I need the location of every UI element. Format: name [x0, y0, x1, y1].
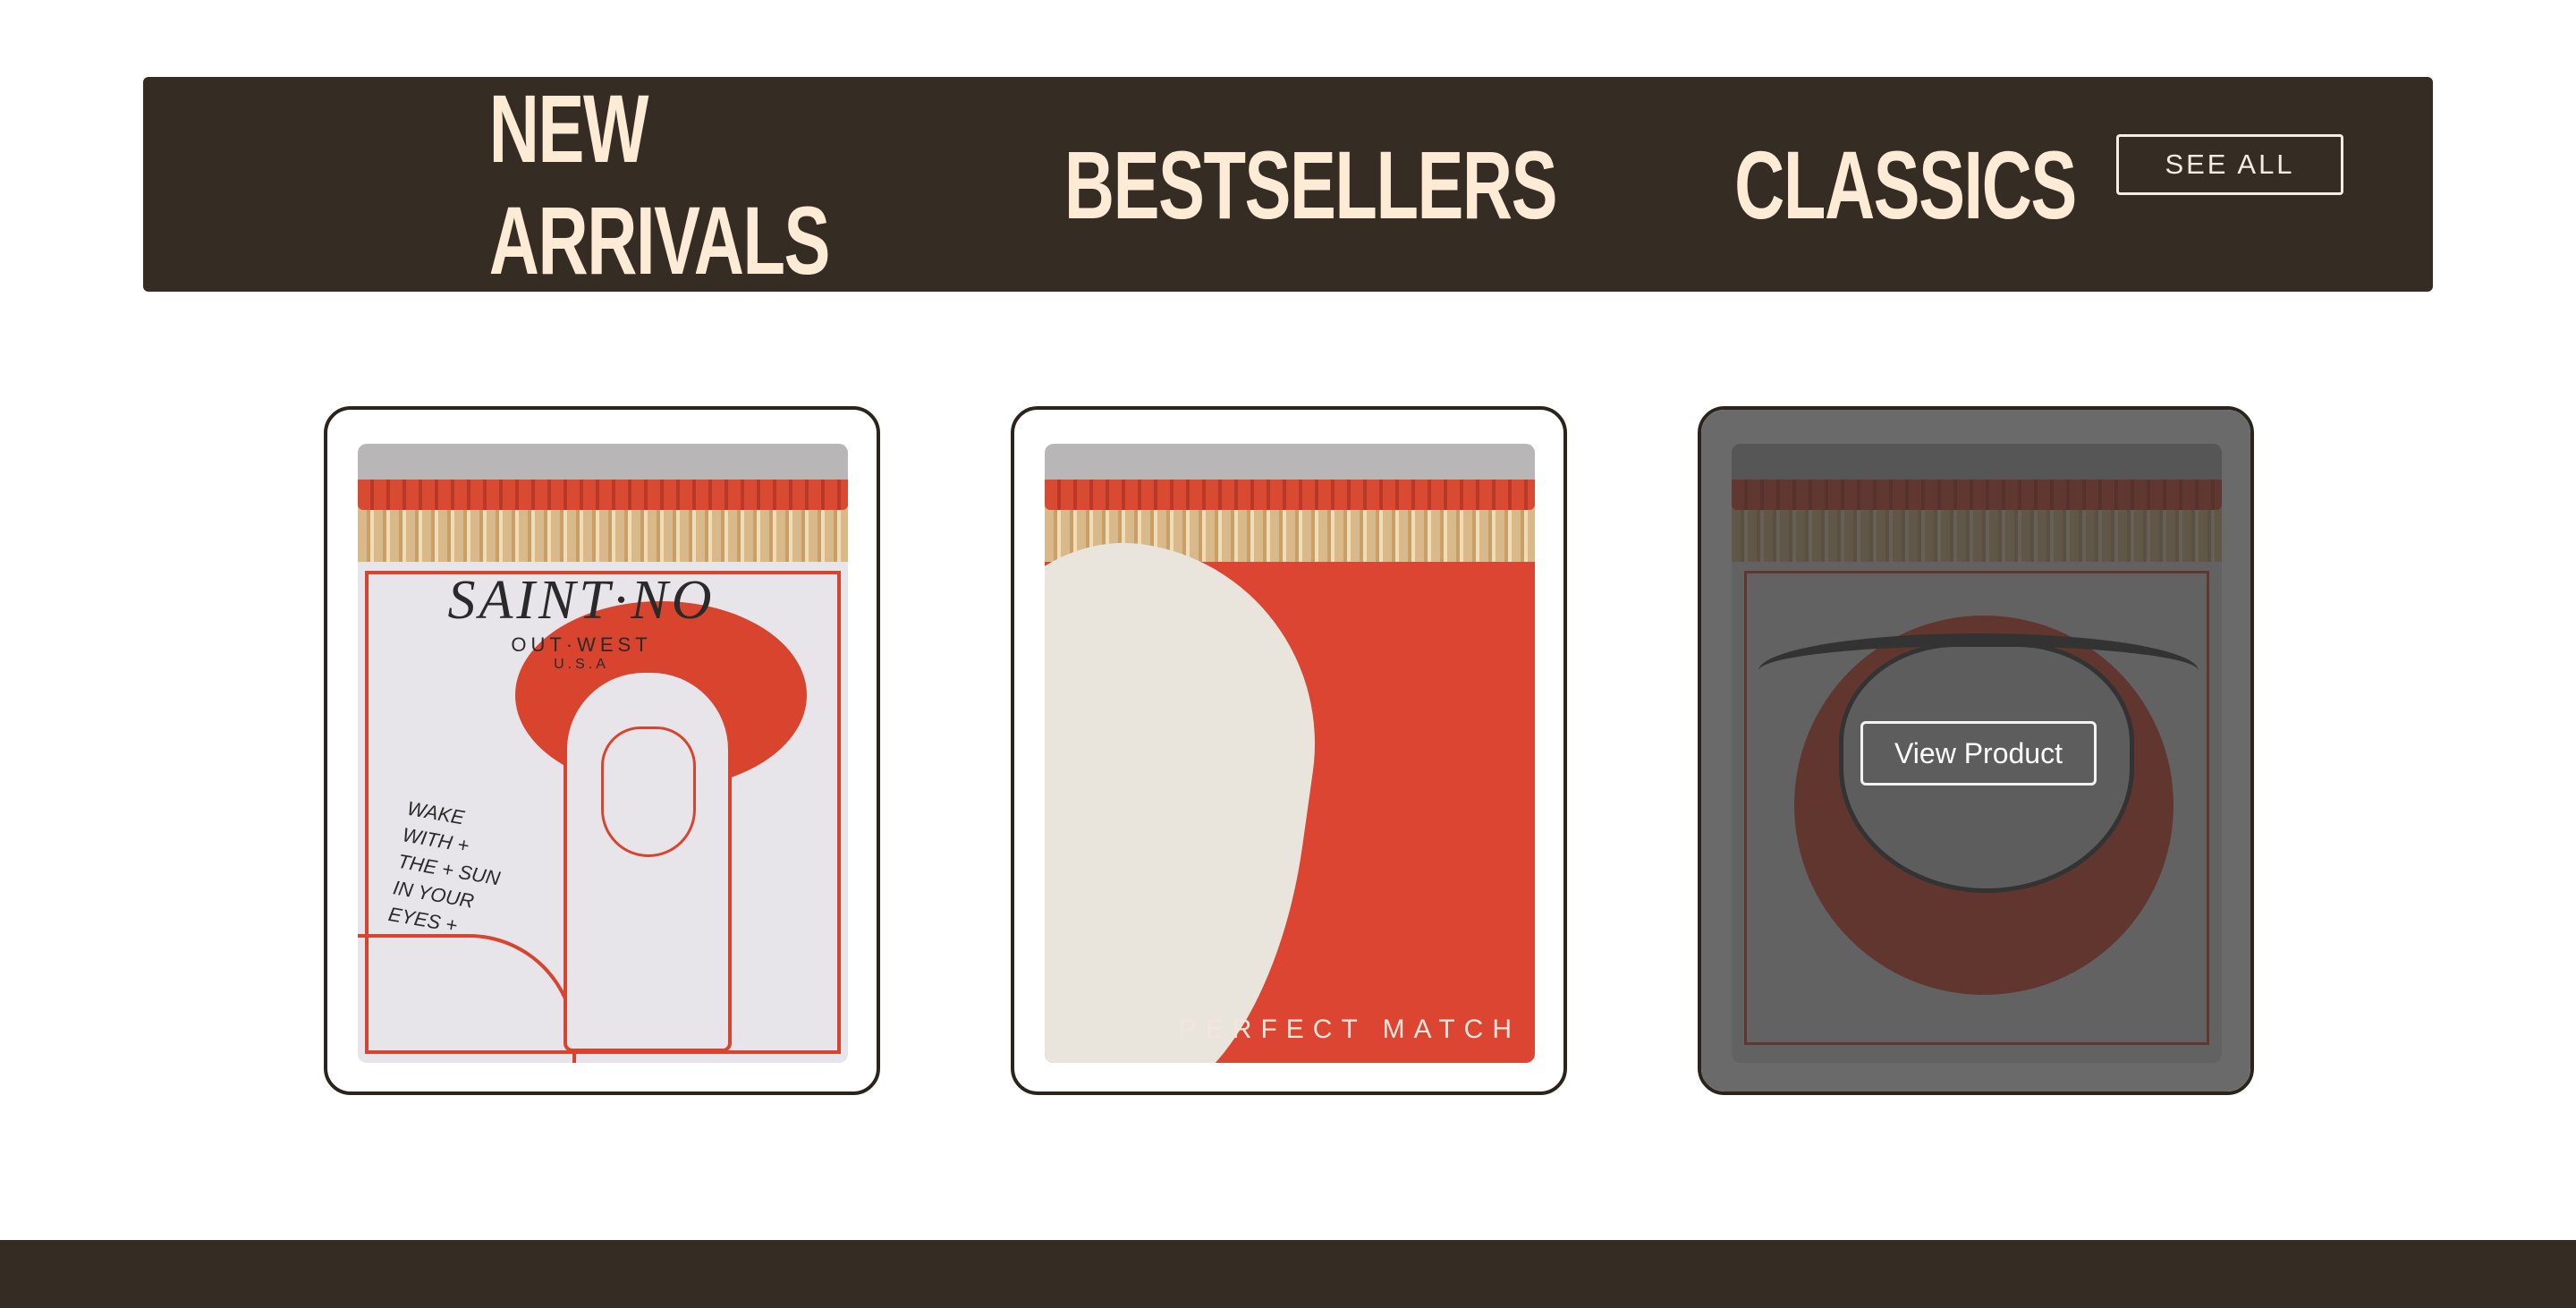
matchbox-artwork: SAINT·NO OUT·WEST U.S.A WAKE WITH + THE … — [358, 562, 848, 1063]
artwork-country: U.S.A — [554, 657, 609, 672]
woman-illustration — [564, 669, 732, 1052]
matchbox-artwork: PERFECT MATCH — [1045, 521, 1535, 1063]
heart-shape — [1045, 521, 1342, 1063]
product-card-skull[interactable]: View Product — [1698, 406, 2254, 1095]
product-image: SAINT·NO OUT·WEST U.S.A WAKE WITH + THE … — [358, 444, 848, 1063]
footer — [0, 1240, 2576, 1308]
tab-bestsellers[interactable]: BESTSELLERS — [1064, 77, 1558, 292]
product-image: PERFECT MATCH — [1045, 444, 1535, 1063]
artwork-caption: PERFECT MATCH — [1178, 1015, 1521, 1044]
tab-classics[interactable]: CLASSICS — [1734, 77, 2077, 292]
matchbox-lid — [1045, 444, 1535, 480]
artwork-subtitle: OUT·WEST — [511, 633, 652, 656]
tab-new-arrivals[interactable]: NEW ARRIVALS — [489, 74, 888, 294]
artwork-slogan: WAKE WITH + THE + SUN IN YOUR EYES + — [386, 796, 502, 937]
matchbox-lid — [358, 444, 848, 480]
collection-nav: NEW ARRIVALS BESTSELLERS CLASSICS SEE AL… — [143, 74, 2433, 294]
match-heads — [358, 480, 848, 510]
match-heads — [1045, 480, 1535, 510]
view-product-button[interactable]: View Product — [1860, 721, 2097, 786]
woman-face — [601, 726, 696, 857]
product-card-saint-no[interactable]: SAINT·NO OUT·WEST U.S.A WAKE WITH + THE … — [324, 406, 880, 1095]
product-card-perfect-match[interactable]: PERFECT MATCH — [1011, 406, 1567, 1095]
artwork-brand: SAINT·NO — [447, 570, 716, 631]
see-all-button[interactable]: SEE ALL — [2116, 134, 2343, 195]
